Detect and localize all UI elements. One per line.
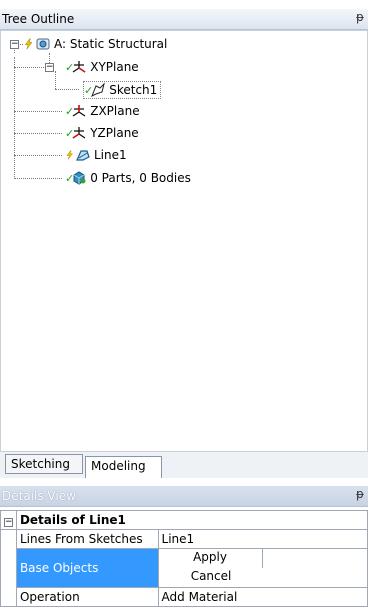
tree-node-label: Line1 xyxy=(94,148,127,162)
collapse-details-button[interactable]: − xyxy=(3,518,13,527)
tree-node-yzplane[interactable]: ✓ YZPlane xyxy=(65,125,139,141)
tree-outline-header: Tree Outline ᵽ xyxy=(0,9,368,30)
cancel-button[interactable]: Cancel xyxy=(159,568,264,587)
static-structural-icon xyxy=(36,38,50,50)
tab-modeling[interactable]: Modeling xyxy=(85,456,162,478)
tree-outline-panel: − − A: Static Structural ✓ XYPlane ✓ Ske… xyxy=(0,30,368,452)
tab-label: Modeling xyxy=(91,459,146,473)
lightning-icon xyxy=(24,38,33,50)
tree-node-parts[interactable]: ✓ 0 Parts, 0 Bodies xyxy=(65,170,191,186)
property-value-operation[interactable]: Add Material xyxy=(157,587,368,607)
property-name: Lines From Sketches xyxy=(15,529,159,549)
tree-outline-title: Tree Outline xyxy=(2,12,75,26)
tree-node-line1[interactable]: Line1 xyxy=(65,147,127,163)
line-body-icon xyxy=(76,150,90,161)
tree-node-label: A: Static Structural xyxy=(54,37,168,51)
details-group-row: − Details of Line1 xyxy=(0,510,368,530)
property-value-lines[interactable]: Line1 xyxy=(157,529,368,549)
tree-node-sketch1[interactable]: ✓ Sketch1 xyxy=(83,81,162,99)
tree-node-label: ZXPlane xyxy=(90,104,140,118)
pin-icon[interactable]: ᵽ xyxy=(356,10,364,24)
tree-tabs: Sketching Modeling xyxy=(0,452,368,478)
parts-icon xyxy=(73,171,86,185)
collapse-xyplane-button[interactable]: − xyxy=(45,63,54,72)
details-row-base-objects: Base Objects ApplyCancel xyxy=(0,548,368,588)
tree-node-label: Sketch1 xyxy=(109,83,158,97)
collapse-root-button[interactable]: − xyxy=(10,40,19,49)
tree-node-xyplane[interactable]: ✓ XYPlane xyxy=(65,59,139,75)
details-grid: − Details of Line1 Lines From Sketches L… xyxy=(0,510,368,607)
tree-node-label: XYPlane xyxy=(90,60,139,74)
details-row-lines-from-sketches: Lines From Sketches Line1 xyxy=(0,529,368,549)
plane-axes-icon xyxy=(72,127,86,139)
pin-icon[interactable]: ᵽ xyxy=(356,487,364,501)
details-view-title: Details View xyxy=(2,489,76,503)
details-group-title: Details of Line1 xyxy=(15,510,368,530)
details-view-header: Details View ᵽ xyxy=(0,486,368,507)
property-name: Operation xyxy=(15,587,159,607)
plane-axes-icon xyxy=(72,105,86,117)
details-row-operation: Operation Add Material xyxy=(0,587,368,607)
sketch-icon xyxy=(91,82,106,98)
tab-label: Sketching xyxy=(11,457,70,471)
tab-sketching[interactable]: Sketching xyxy=(5,454,83,474)
tree-node-zxplane[interactable]: ✓ ZXPlane xyxy=(65,103,140,119)
property-name-selected[interactable]: Base Objects xyxy=(15,548,159,588)
tree-node-label: 0 Parts, 0 Bodies xyxy=(90,171,191,185)
plane-axes-icon xyxy=(72,61,86,73)
tree-node-static-structural[interactable]: A: Static Structural xyxy=(23,36,167,52)
tree-node-label: YZPlane xyxy=(90,126,139,140)
apply-button[interactable]: Apply xyxy=(159,549,263,568)
lightning-icon xyxy=(66,150,73,160)
